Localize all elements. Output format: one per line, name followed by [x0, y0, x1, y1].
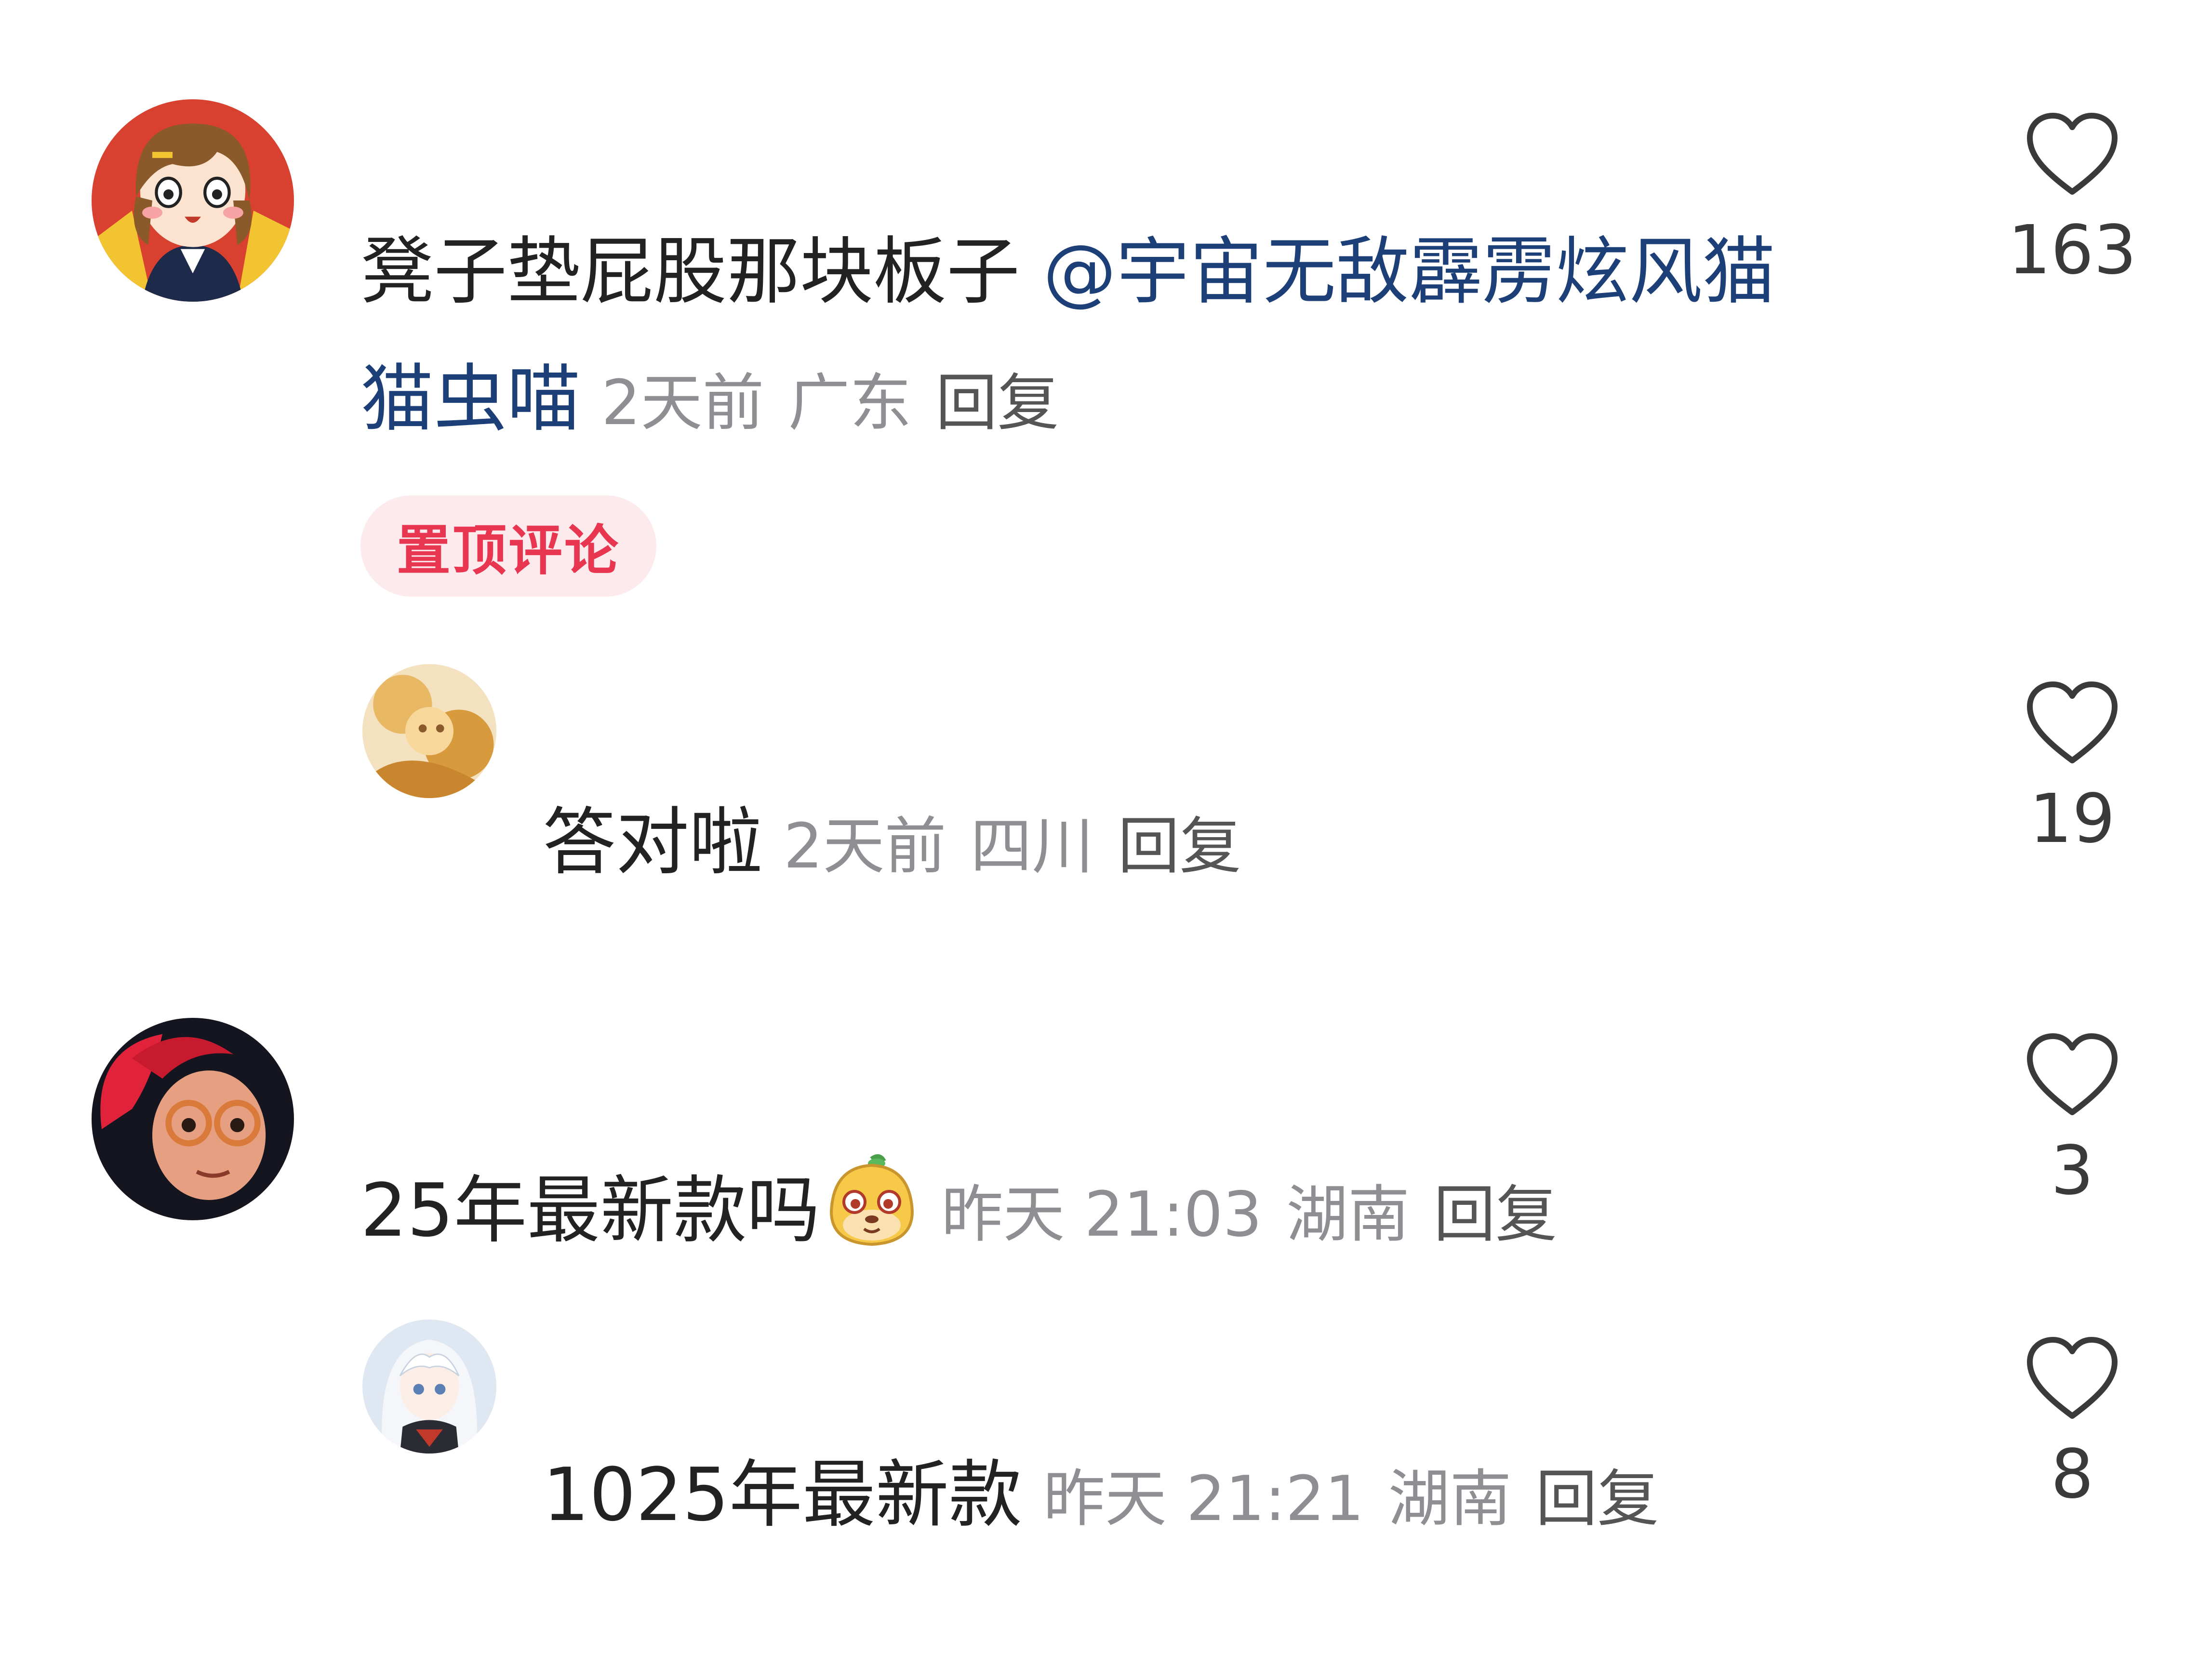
- anime-girl-brown-hair-avatar-icon: [92, 99, 294, 302]
- timestamp: 昨天 21:03: [941, 1179, 1262, 1251]
- timestamp: 2天前: [601, 367, 764, 439]
- comment-text: 答对啦: [543, 800, 762, 885]
- smiling-creature-emoji-icon: [824, 1154, 920, 1250]
- comment-text: 25年最新款吗: [360, 1168, 820, 1253]
- reply-button[interactable]: 回复: [1535, 1463, 1659, 1535]
- comment-text-line: 凳子垫屁股那块板子 @宇宙无敌霹雳炫风猫: [360, 235, 1775, 308]
- like-button[interactable]: 3: [2000, 1031, 2145, 1205]
- like-count: 19: [2029, 780, 2116, 858]
- location: 广东: [788, 367, 912, 439]
- avatar[interactable]: [92, 1018, 294, 1220]
- heart-icon: [2027, 681, 2118, 763]
- heart-icon: [2027, 1033, 2118, 1115]
- comment-text-line: 答对啦 2天前 四川 回复: [543, 806, 1241, 879]
- mention-link[interactable]: @宇宙无敌霹雳炫风猫: [1043, 229, 1775, 314]
- like-count: 8: [2051, 1435, 2094, 1514]
- timestamp: 2天前: [784, 811, 946, 882]
- avatar[interactable]: [362, 1320, 496, 1454]
- heart-icon: [2027, 1337, 2118, 1419]
- timestamp: 昨天 21:21: [1043, 1463, 1364, 1535]
- like-button[interactable]: 19: [2000, 680, 2145, 853]
- comment-text-line: 猫虫喵 2天前 广东 回复: [360, 362, 1059, 436]
- like-button[interactable]: 8: [2000, 1335, 2145, 1508]
- reply-button[interactable]: 回复: [1434, 1179, 1557, 1251]
- golden-anime-avatar-icon: [362, 664, 496, 798]
- comment-text-line: 25年最新款吗 昨天 21:03 湖南 回复: [360, 1154, 1557, 1250]
- avatar[interactable]: [92, 99, 294, 302]
- mention-link-continued[interactable]: 猫虫喵: [360, 356, 580, 441]
- like-count: 3: [2051, 1132, 2094, 1210]
- location: 湖南: [1286, 1179, 1410, 1251]
- comment-text-line: 1025年最新款 昨天 21:21 湖南 回复: [543, 1458, 1659, 1532]
- red-hair-glasses-avatar-icon: [92, 1018, 294, 1220]
- pinned-badge: 置顶评论: [360, 495, 656, 597]
- reply-button[interactable]: 回复: [935, 367, 1059, 439]
- comment-text: 1025年最新款: [543, 1452, 1022, 1537]
- heart-icon: [2027, 113, 2118, 195]
- like-button[interactable]: 163: [2000, 111, 2145, 284]
- reply-button[interactable]: 回复: [1118, 811, 1241, 882]
- white-hair-anime-avatar-icon: [362, 1320, 496, 1454]
- avatar[interactable]: [362, 664, 496, 798]
- location: 湖南: [1388, 1463, 1512, 1535]
- location: 四川: [970, 811, 1094, 882]
- like-count: 163: [2008, 211, 2137, 290]
- comment-text: 凳子垫屁股那块板子: [360, 229, 1043, 314]
